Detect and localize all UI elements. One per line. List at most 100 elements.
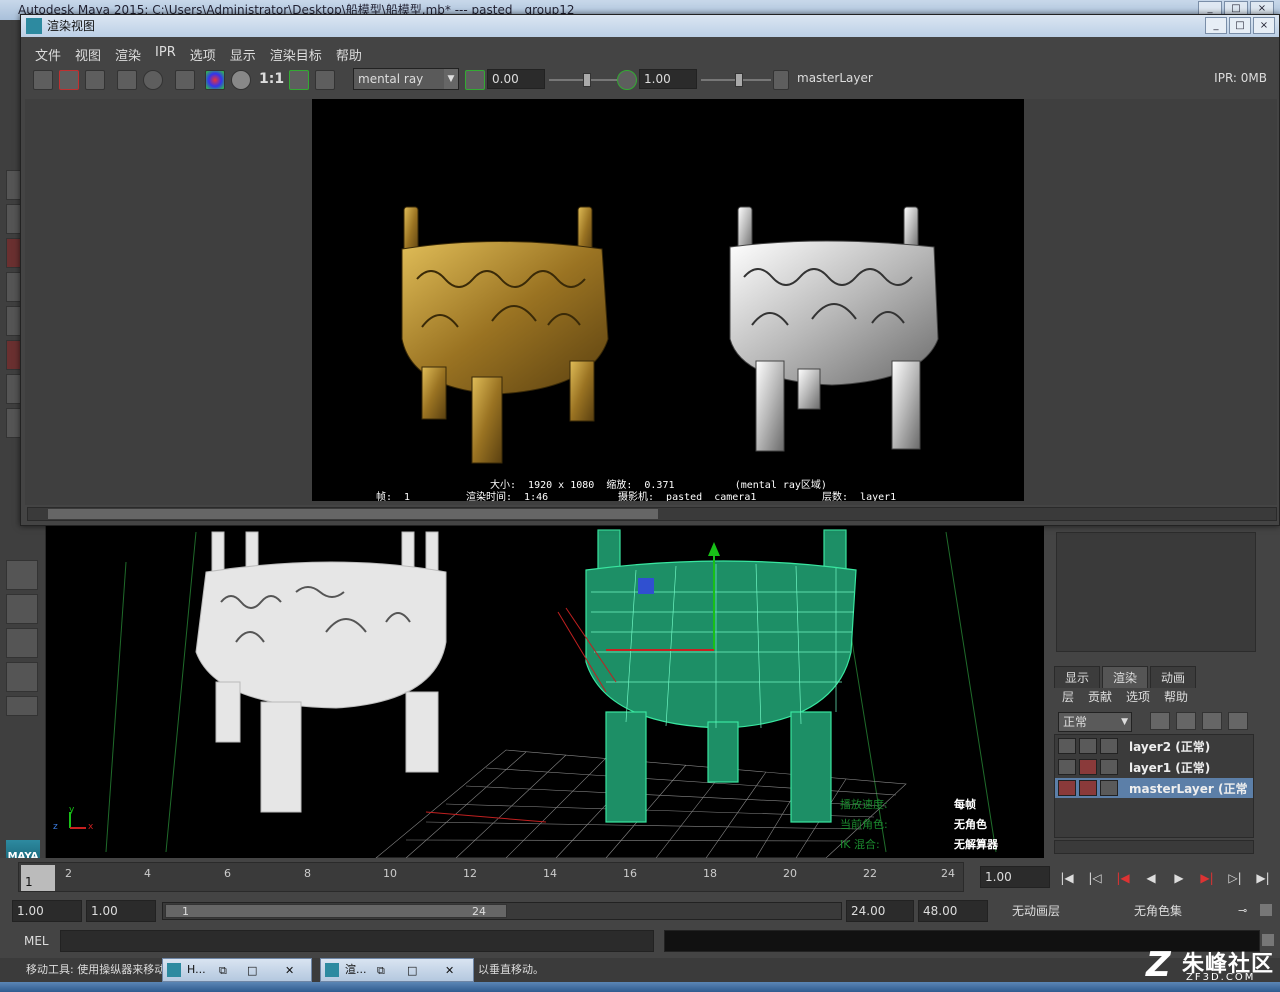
menu-ipr[interactable]: IPR (155, 45, 176, 64)
command-input[interactable] (60, 930, 654, 952)
render-view-titlebar[interactable]: 渲染视图 _ □ × (21, 15, 1279, 37)
maximize-button[interactable]: □ (1229, 17, 1251, 34)
render-settings-icon[interactable] (175, 70, 195, 90)
layer-list-scrollbar[interactable] (1054, 840, 1254, 854)
recycle-icon[interactable] (1079, 759, 1097, 775)
remove-image-icon[interactable] (315, 70, 335, 90)
gamma-field[interactable]: 1.00 (639, 69, 697, 89)
animation-end-field[interactable]: 48.00 (918, 900, 988, 922)
perspective-viewport[interactable]: y x z 播放速度: 当前角色: IK 混合: 每帧 无角色 无解算器 (46, 522, 1044, 858)
menu-contribution[interactable]: 贡献 (1088, 687, 1112, 707)
recycle-icon[interactable] (1079, 780, 1097, 796)
exposure-field[interactable]: 0.00 (487, 69, 545, 89)
playback-end-field[interactable]: 24.00 (846, 900, 914, 922)
move-layer-up-icon[interactable] (1150, 712, 1170, 730)
render-display-area[interactable]: 大小: 1920 x 1080 缩放: 0.371 (mental ray区域)… (25, 99, 1277, 505)
tab-display[interactable]: 显示 (1054, 666, 1101, 688)
menu-render-target[interactable]: 渲染目标 (270, 45, 322, 64)
new-layer-selected-icon[interactable] (1228, 712, 1248, 730)
play-forwards-icon[interactable]: ▶ (1170, 870, 1188, 886)
layout-menu-chevron-icon[interactable] (6, 696, 38, 716)
script-editor-icon[interactable] (1262, 934, 1274, 946)
render-region-icon[interactable] (59, 70, 79, 90)
menu-file[interactable]: 文件 (35, 45, 61, 64)
close-button[interactable]: × (1253, 17, 1275, 34)
layer-row-masterlayer[interactable]: masterLayer (正常 (1055, 778, 1253, 798)
anim-layer-dropdown[interactable]: 无动画层 (996, 900, 1112, 922)
range-slider-thumb[interactable]: 1 24 (165, 904, 507, 918)
menu-view[interactable]: 视图 (75, 45, 101, 64)
ipr-render-icon[interactable] (117, 70, 137, 90)
render-toggle-icon[interactable] (1058, 780, 1076, 796)
maximize-icon[interactable]: □ (407, 960, 417, 982)
render-view-scrollbar[interactable] (27, 507, 1277, 521)
layer-row-layer2[interactable]: layer2 (正常) (1055, 736, 1253, 756)
go-to-start-icon[interactable]: |◀ (1058, 870, 1076, 886)
step-back-key-icon[interactable]: |◀ (1114, 870, 1132, 886)
step-forward-key-icon[interactable]: ▶| (1198, 870, 1216, 886)
render-toggle-icon[interactable] (1058, 759, 1076, 775)
current-frame-marker[interactable]: 1 (21, 865, 55, 891)
move-layer-down-icon[interactable] (1176, 712, 1196, 730)
renderer-select[interactable]: mental ray ▼ (353, 68, 459, 90)
playback-start-field[interactable]: 1.00 (86, 900, 156, 922)
menu-help[interactable]: 帮助 (1164, 687, 1188, 707)
anim-prefs-icon[interactable] (1260, 904, 1272, 916)
new-empty-layer-icon[interactable] (1202, 712, 1222, 730)
layer-options-icon[interactable] (1100, 780, 1118, 796)
exposure-icon[interactable] (465, 70, 485, 90)
minimize-button[interactable]: _ (1205, 17, 1227, 34)
gamma-slider-knob[interactable] (735, 73, 743, 87)
render-toggle-icon[interactable] (1058, 738, 1076, 754)
menu-layers[interactable]: 层 (1062, 687, 1074, 707)
key-icon[interactable]: ⊸ (1238, 904, 1247, 917)
layout-four-button[interactable] (6, 594, 38, 624)
gamma-icon[interactable] (617, 70, 637, 90)
play-backwards-icon[interactable]: ◀ (1142, 870, 1160, 886)
real-size-button[interactable]: 1:1 (259, 71, 284, 87)
menu-render[interactable]: 渲染 (115, 45, 141, 64)
redo-render-icon[interactable] (33, 70, 53, 90)
recycle-icon[interactable] (1079, 738, 1097, 754)
go-to-end-icon[interactable]: ▶| (1254, 870, 1272, 886)
render-layer-label[interactable]: masterLayer (797, 71, 873, 85)
restore-icon[interactable]: ⧉ (219, 960, 227, 982)
alpha-channel-icon[interactable] (231, 70, 251, 90)
refresh-ipr-icon[interactable] (143, 70, 163, 90)
close-icon[interactable]: ✕ (445, 960, 454, 982)
layer-row-layer1[interactable]: layer1 (正常) (1055, 757, 1253, 777)
maximize-icon[interactable]: □ (247, 960, 257, 982)
command-language-label[interactable]: MEL (24, 934, 49, 948)
layer-options-icon[interactable] (1100, 759, 1118, 775)
current-time-field[interactable]: 1.00 (980, 866, 1050, 888)
menu-options[interactable]: 选项 (190, 45, 216, 64)
restore-icon[interactable]: ⧉ (377, 960, 385, 982)
taskbar-window-render-view[interactable]: 渲... ⧉ □ ✕ (320, 958, 474, 982)
keep-image-icon[interactable] (289, 70, 309, 90)
color-channels-icon[interactable] (205, 70, 225, 90)
step-forward-frame-icon[interactable]: ▷| (1226, 870, 1244, 886)
layer-options-icon[interactable] (1100, 738, 1118, 754)
character-set-dropdown[interactable]: 无角色集 (1118, 900, 1234, 922)
character-set-value: 无角色集 (1134, 904, 1183, 918)
exposure-slider-knob[interactable] (583, 73, 591, 87)
tab-render[interactable]: 渲染 (1102, 666, 1149, 688)
snapshot-icon[interactable] (85, 70, 105, 90)
menu-display[interactable]: 显示 (230, 45, 256, 64)
scrollbar-thumb[interactable] (48, 509, 658, 519)
menu-help[interactable]: 帮助 (336, 45, 362, 64)
layout-graph-button[interactable] (6, 628, 38, 658)
blend-mode-select[interactable]: 正常 ▼ (1058, 712, 1132, 732)
exposure-slider[interactable] (549, 73, 619, 87)
layout-outliner-button[interactable] (6, 662, 38, 692)
tab-animation[interactable]: 动画 (1150, 666, 1197, 688)
close-icon[interactable]: ✕ (285, 960, 294, 982)
taskbar-window-hypershade[interactable]: H... ⧉ □ ✕ (162, 958, 312, 982)
range-slider-track[interactable]: 1 24 (162, 902, 842, 920)
gamma-slider[interactable] (701, 73, 771, 87)
step-back-frame-icon[interactable]: |◁ (1086, 870, 1104, 886)
animation-start-field[interactable]: 1.00 (12, 900, 82, 922)
time-slider-track[interactable]: 1 2 4 6 8 10 12 14 16 18 20 22 24 (18, 862, 964, 892)
layout-single-button[interactable] (6, 560, 38, 590)
menu-options[interactable]: 选项 (1126, 687, 1150, 707)
